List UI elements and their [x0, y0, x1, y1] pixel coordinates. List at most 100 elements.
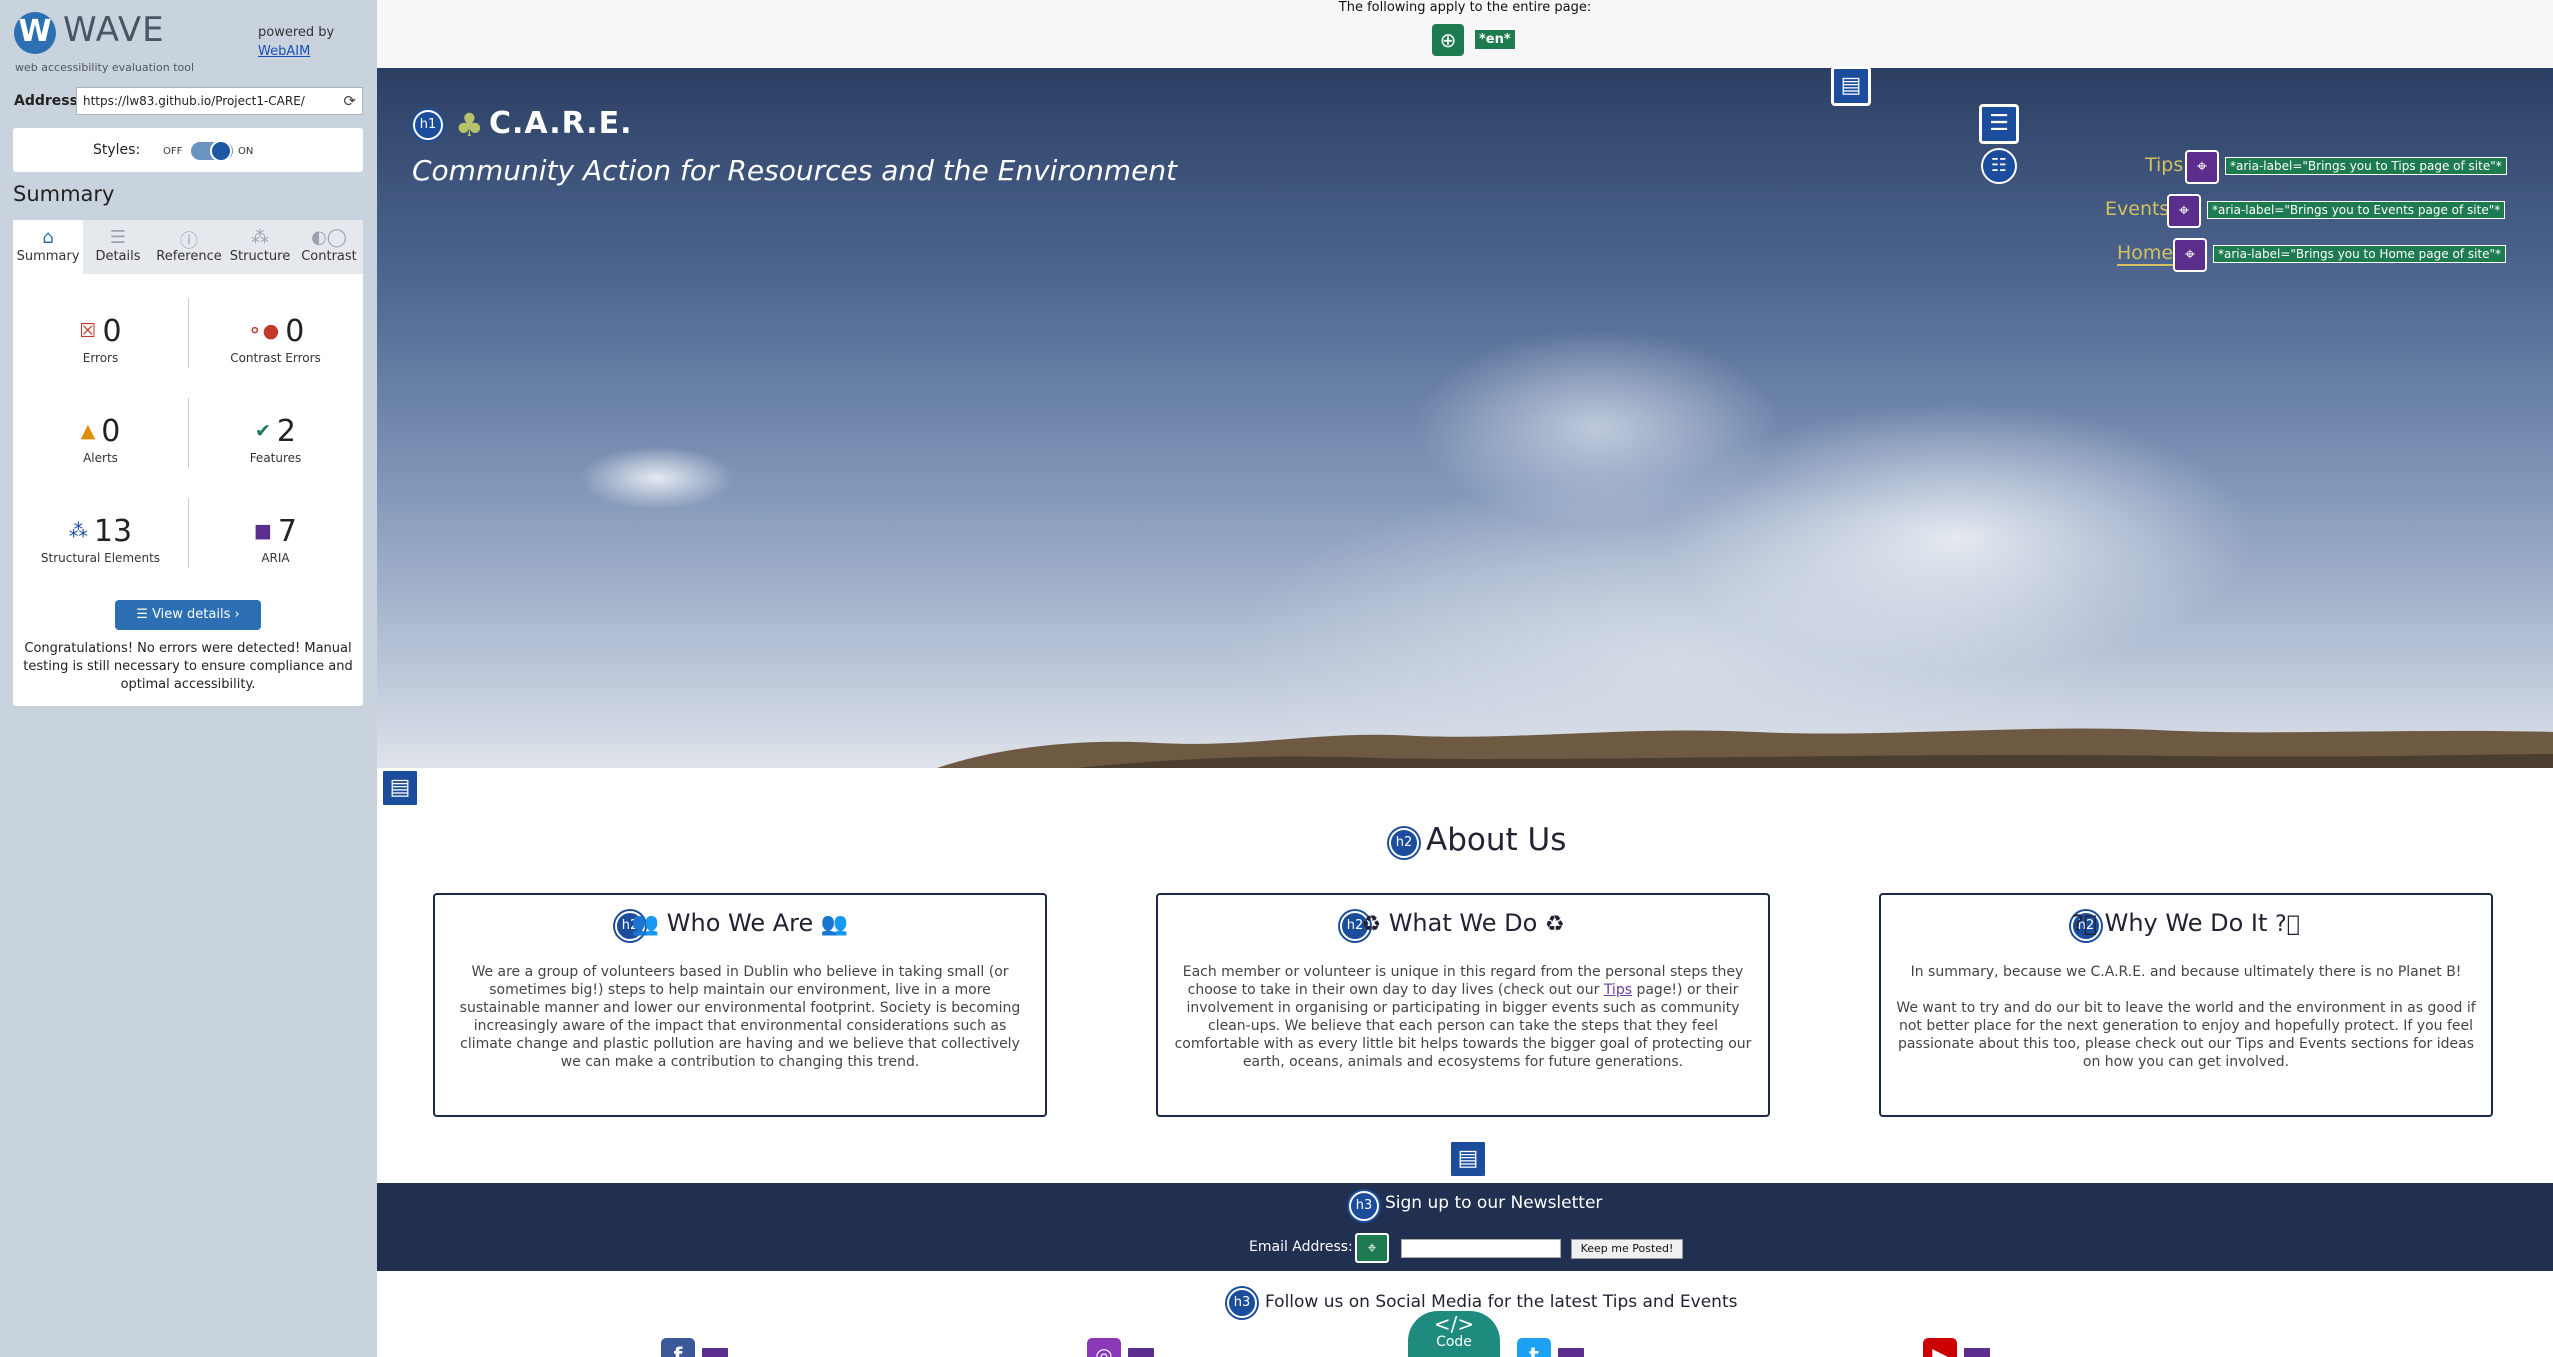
- card-title-text: What We Do: [1388, 909, 1538, 937]
- twitter-icon[interactable]: t: [1517, 1338, 1551, 1357]
- structure-icon: ⁂: [251, 227, 269, 248]
- stat-value: 0: [102, 314, 122, 349]
- styles-toggle[interactable]: [191, 140, 233, 162]
- tab-contrast[interactable]: ◐◯ Contrast: [295, 220, 363, 274]
- stat-label: Features: [249, 451, 302, 465]
- hills-silhouette: [937, 728, 2553, 768]
- language-icon[interactable]: ⊕: [1432, 24, 1464, 56]
- instagram-icon[interactable]: ◎: [1087, 1338, 1121, 1357]
- tab-details[interactable]: ☰ Details: [83, 220, 153, 274]
- footer-region-icon[interactable]: ▤: [1448, 1139, 1488, 1179]
- nav-link-events[interactable]: Events: [2105, 198, 2169, 220]
- wave-tagline: web accessibility evaluation tool: [15, 61, 195, 74]
- stat-value: 2: [276, 414, 296, 449]
- evaluated-page: The following apply to the entire page: …: [377, 0, 2553, 1357]
- code-icon: </>: [1433, 1312, 1475, 1336]
- stat-alerts[interactable]: ▲ 0 Alerts: [13, 414, 188, 465]
- wave-brand: WAVE: [63, 10, 165, 50]
- reload-icon[interactable]: ⟳: [343, 92, 356, 110]
- tab-reference[interactable]: ⓘ Reference: [153, 220, 225, 274]
- card-title: ?⃝ Why We Do It ?⃝: [1881, 909, 2491, 937]
- stat-value: 13: [93, 514, 133, 549]
- contrast-error-icon: ⚬●: [246, 320, 280, 342]
- unordered-list-icon[interactable]: ☷: [1981, 148, 2017, 184]
- main-region-icon[interactable]: ▤: [380, 768, 420, 808]
- stat-structural-elements[interactable]: ⁂ 13 Structural Elements: [13, 514, 188, 565]
- stat-label: Contrast Errors: [230, 351, 321, 365]
- structure-icon: ⁂: [68, 520, 88, 542]
- stat-errors[interactable]: ☒ 0 Errors: [13, 314, 188, 365]
- view-details-button[interactable]: ☰ View details ›: [115, 600, 261, 630]
- address-input[interactable]: https://lw83.github.io/Project1-CARE/ ⟳: [76, 87, 363, 115]
- card-why-we-do-it: h2 ?⃝ Why We Do It ?⃝ In summary, becaus…: [1879, 893, 2493, 1117]
- question-icon: ?⃝: [2072, 912, 2097, 937]
- about-title: About Us: [1426, 822, 1567, 858]
- header-region-icon[interactable]: ▤: [1831, 66, 1871, 106]
- aria-icon[interactable]: [700, 1346, 730, 1357]
- page-topbar: The following apply to the entire page: …: [377, 0, 2553, 68]
- card-title: 👥 Who We Are 👥: [435, 909, 1045, 937]
- aria-tag-icon[interactable]: ⌖: [2185, 150, 2219, 184]
- aria-label-home: *aria-label="Brings you to Home page of …: [2213, 245, 2507, 263]
- aria-tag-icon[interactable]: ⌖: [2167, 194, 2201, 228]
- info-icon: ⓘ: [180, 231, 198, 252]
- stat-label: Structural Elements: [40, 551, 161, 565]
- stat-value: 0: [101, 414, 121, 449]
- alert-icon: ▲: [80, 420, 96, 442]
- card-title: ♻ What We Do ♻: [1158, 909, 1768, 937]
- tab-label: Structure: [229, 249, 291, 264]
- card-body: Each member or volunteer is unique in th…: [1172, 963, 1754, 1071]
- summary-panel: ☒ 0 Errors ⚬● 0 Contrast Errors ▲ 0 Alerts …: [13, 274, 363, 706]
- code-toggle-button[interactable]: </> Code: [1408, 1311, 1500, 1357]
- tips-link[interactable]: Tips: [1604, 982, 1632, 998]
- aria-icon[interactable]: [1126, 1346, 1156, 1357]
- home-icon: ⌂: [42, 227, 54, 248]
- aria-tag-icon[interactable]: ⌖: [2173, 238, 2207, 272]
- stat-label: Errors: [82, 351, 119, 365]
- h3-badge[interactable]: h3: [1227, 1288, 1257, 1318]
- aria-icon[interactable]: [1556, 1346, 1586, 1357]
- nav-link-home[interactable]: Home: [2117, 242, 2174, 266]
- webaim-link[interactable]: WebAIM: [258, 44, 310, 59]
- h2-badge[interactable]: h2: [1389, 828, 1419, 858]
- tab-summary[interactable]: ⌂ Summary: [13, 220, 83, 274]
- powered-by-text: powered by: [258, 25, 335, 40]
- site-title[interactable]: C.A.R.E.: [489, 106, 633, 141]
- tab-label: Reference: [156, 249, 222, 264]
- contrast-icon: ◐◯: [311, 227, 347, 248]
- tab-structure[interactable]: ⁂ Structure: [225, 220, 295, 274]
- stat-features[interactable]: ✔ 2 Features: [188, 414, 363, 465]
- facebook-icon[interactable]: f: [661, 1338, 695, 1357]
- wave-logo-icon: W: [14, 12, 56, 54]
- people-icon: 👥: [631, 912, 660, 937]
- wave-tabs: ⌂ Summary ☰ Details ⓘ Reference ⁂ Struct…: [13, 220, 363, 274]
- nav-link-tips[interactable]: Tips: [2145, 154, 2183, 176]
- stat-value: 0: [285, 314, 305, 349]
- feature-icon: ✔: [254, 420, 271, 442]
- newsletter-title: Sign up to our Newsletter: [1385, 1193, 1603, 1213]
- congrats-message: Congratulations! No errors were detected…: [23, 641, 353, 692]
- stat-contrast-errors[interactable]: ⚬● 0 Contrast Errors: [188, 314, 363, 365]
- social-title: Follow us on Social Media for the latest…: [1265, 1292, 1738, 1312]
- youtube-icon[interactable]: ▶: [1923, 1338, 1957, 1357]
- stat-aria[interactable]: ■ 7 ARIA: [188, 514, 363, 565]
- hero-banner: h1 ♣ C.A.R.E. Community Action for Resou…: [377, 66, 2553, 768]
- nav-region-icon[interactable]: ☰: [1979, 104, 2019, 144]
- h1-badge[interactable]: h1: [413, 110, 443, 140]
- h3-badge[interactable]: h3: [1349, 1191, 1379, 1221]
- submit-button[interactable]: Keep me Posted!: [1571, 1239, 1683, 1259]
- list-icon: ☰: [136, 607, 153, 622]
- card-title-text: Who We Are: [666, 909, 814, 937]
- list-icon: ☰: [109, 227, 127, 248]
- question-icon: ?⃝: [2275, 912, 2300, 937]
- stat-value: 7: [277, 514, 298, 549]
- aria-icon[interactable]: [1962, 1346, 1992, 1357]
- recycle-icon: ♻: [1544, 912, 1565, 937]
- tab-label: Summary: [16, 249, 80, 264]
- email-input[interactable]: [1401, 1239, 1561, 1258]
- language-tag: *en*: [1474, 29, 1516, 50]
- aria-label-icon[interactable]: ⌖: [1355, 1233, 1389, 1263]
- card-body-text: In summary, because we C.A.R.E. and beca…: [1910, 964, 2462, 980]
- card-body: We are a group of volunteers based in Du…: [459, 964, 1021, 1070]
- newsletter-section: h3 Sign up to our Newsletter Email Addre…: [377, 1183, 2553, 1271]
